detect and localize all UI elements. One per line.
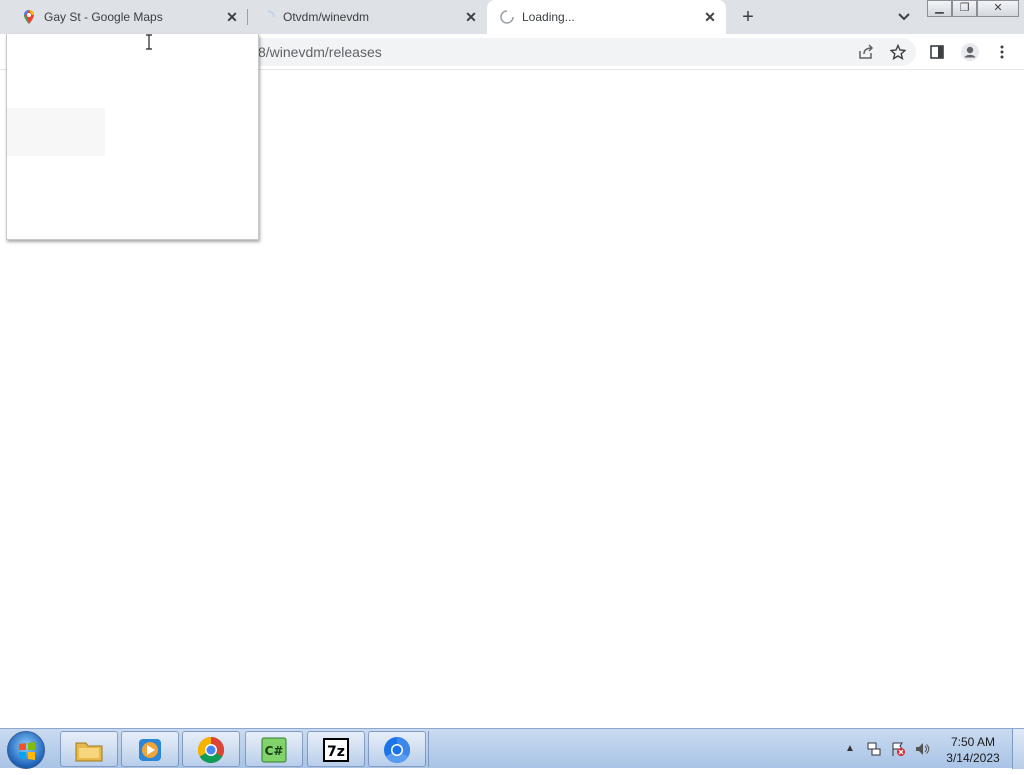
volume-icon[interactable] xyxy=(914,741,930,757)
tab-strip: Gay St - Google Maps ✕ Otvdm/winevdm ✕ L… xyxy=(0,0,1024,34)
chrome-icon xyxy=(197,736,225,764)
loading-spinner-icon xyxy=(267,10,275,18)
tab-loading[interactable]: Loading... ✕ xyxy=(487,0,726,34)
network-icon[interactable] xyxy=(866,741,882,757)
text-cursor-icon xyxy=(146,34,152,50)
profile-avatar-icon[interactable] xyxy=(960,42,980,62)
side-panel-icon[interactable] xyxy=(929,44,945,60)
taskbar-7zip[interactable]: 7z xyxy=(307,731,365,767)
windows-taskbar: C# 7z ▲ 7:50 AM 3/14/2023 xyxy=(0,728,1024,769)
tab-title: Loading... xyxy=(522,10,575,24)
close-tab-icon[interactable]: ✕ xyxy=(224,9,240,25)
chevron-down-icon[interactable] xyxy=(896,9,912,25)
minimize-button[interactable]: ▁ xyxy=(927,0,952,17)
action-center-flag-icon[interactable] xyxy=(890,741,906,757)
show-desktop-button[interactable] xyxy=(1012,729,1024,769)
system-clock[interactable]: 7:50 AM 3/14/2023 xyxy=(940,734,1006,766)
taskbar-google-chrome[interactable] xyxy=(182,731,240,767)
clock-date: 3/14/2023 xyxy=(946,751,1000,765)
chromium-icon xyxy=(384,736,411,764)
tab-google-maps[interactable]: Gay St - Google Maps ✕ xyxy=(8,0,248,34)
tab-title: Gay St - Google Maps xyxy=(44,10,163,24)
tab-hover-popup xyxy=(6,34,259,240)
taskbar-file-explorer[interactable] xyxy=(60,731,118,767)
start-button[interactable] xyxy=(7,731,45,769)
clock-time: 7:50 AM xyxy=(950,735,996,749)
loading-spinner-icon xyxy=(500,10,514,24)
7zip-label: 7z xyxy=(327,744,345,760)
close-window-button[interactable]: ✕ xyxy=(977,0,1019,17)
share-icon[interactable] xyxy=(858,44,874,60)
folder-icon xyxy=(75,742,103,762)
star-bookmark-icon[interactable] xyxy=(890,44,906,60)
taskbar-csharp-app[interactable]: C# xyxy=(245,731,303,767)
close-tab-icon[interactable]: ✕ xyxy=(702,9,718,25)
taskbar-chromium[interactable] xyxy=(368,731,426,767)
tab-title: Otvdm/winevdm xyxy=(283,10,370,24)
popup-faint-block xyxy=(7,108,105,156)
windows-logo-icon xyxy=(19,742,35,760)
tab-otvdm-winevdm[interactable]: Otvdm/winevdm ✕ xyxy=(248,0,486,34)
google-maps-icon xyxy=(24,10,34,24)
taskbar-divider xyxy=(428,731,429,767)
show-hidden-icons-button[interactable]: ▲ xyxy=(845,743,855,754)
new-tab-button[interactable]: + xyxy=(738,7,758,27)
more-menu-icon[interactable] xyxy=(994,44,1010,60)
7zip-icon: 7z xyxy=(323,738,349,762)
restore-button[interactable]: ❐ xyxy=(952,0,977,17)
close-tab-icon[interactable]: ✕ xyxy=(463,9,479,25)
csharp-label: C# xyxy=(265,744,284,758)
taskbar-media-player[interactable] xyxy=(121,731,179,767)
address-text[interactable]: 8/winevdm/releases xyxy=(258,44,382,60)
media-player-icon xyxy=(139,739,161,761)
csharp-icon: C# xyxy=(261,737,287,763)
